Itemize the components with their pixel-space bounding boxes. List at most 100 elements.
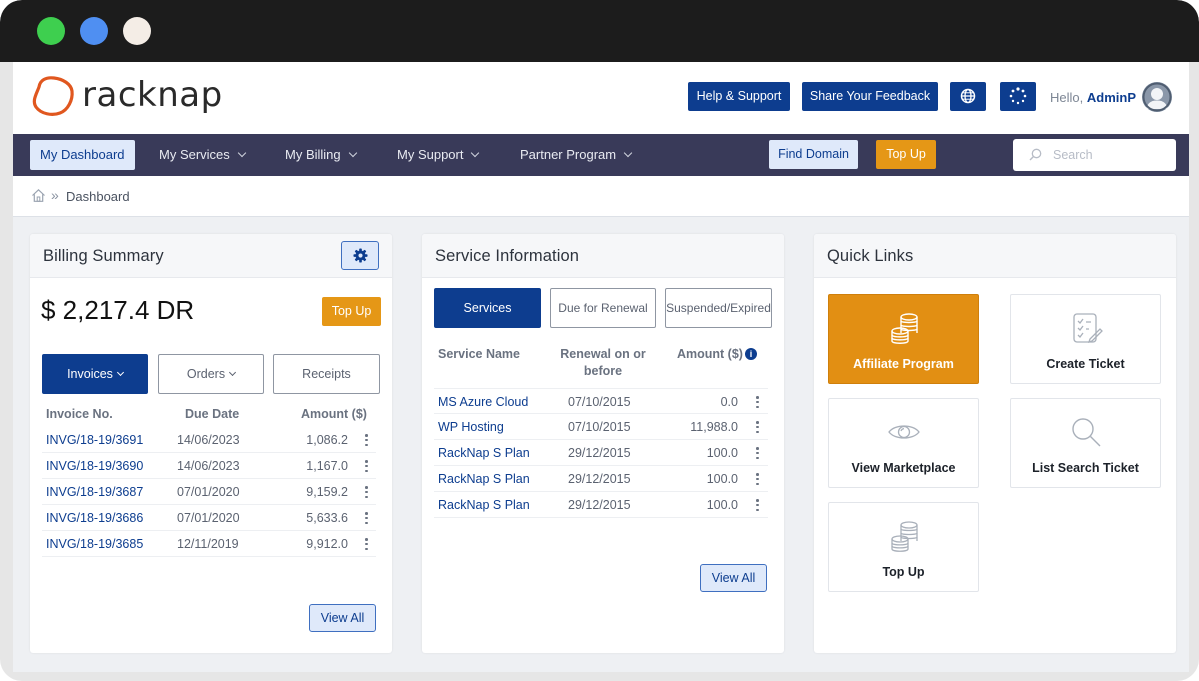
window-frame: racknap Help & Support Share Your Feedba… (0, 0, 1199, 681)
table-row[interactable]: INVG/18-19/3685 12/11/2019 9,912.0 (42, 531, 376, 557)
window-close-button[interactable] (123, 17, 151, 45)
loader-button[interactable] (1000, 82, 1036, 111)
service-name[interactable]: WP Hosting (438, 420, 504, 434)
more-vertical-icon[interactable] (365, 486, 368, 500)
window-maximize-button[interactable] (37, 17, 65, 45)
tab-label: Due for Renewal (558, 301, 648, 315)
nav-label: My Support (397, 147, 464, 162)
more-vertical-icon[interactable] (365, 460, 368, 474)
tab-orders[interactable]: Orders (158, 354, 264, 394)
breadcrumb-current: Dashboard (66, 189, 130, 204)
more-vertical-icon[interactable] (756, 396, 759, 410)
search-input[interactable]: Search (1053, 148, 1093, 162)
table-row[interactable]: RackNap S Plan 29/12/2015 100.0 (434, 466, 768, 492)
table-row[interactable]: INVG/18-19/3686 07/01/2020 5,633.6 (42, 505, 376, 531)
invoice-number[interactable]: INVG/18-19/3687 (46, 485, 143, 499)
more-vertical-icon[interactable] (756, 473, 759, 487)
nav-my-services[interactable]: My Services (159, 134, 247, 176)
help-support-button[interactable]: Help & Support (688, 82, 790, 111)
amount: 100.0 (706, 446, 738, 460)
table-row[interactable]: RackNap S Plan 29/12/2015 100.0 (434, 440, 768, 466)
window-minimize-button[interactable] (80, 17, 108, 45)
tab-services[interactable]: Services (434, 288, 541, 328)
table-row[interactable]: RackNap S Plan 29/12/2015 100.0 (434, 492, 768, 518)
quick-link-label: View Marketplace (851, 461, 956, 475)
magnifier-icon (1072, 418, 1101, 447)
language-button[interactable] (950, 82, 986, 111)
tab-due-for-renewal[interactable]: Due for Renewal (550, 288, 656, 328)
more-vertical-icon[interactable] (756, 447, 759, 461)
tab-suspended-expired[interactable]: Suspended/Expired (665, 288, 772, 328)
nav-top-up-button[interactable]: Top Up (876, 140, 936, 169)
quick-link-list-search-ticket[interactable]: List Search Ticket (1010, 398, 1161, 488)
amount: 1,086.2 (306, 433, 348, 447)
service-name[interactable]: MS Azure Cloud (438, 395, 528, 409)
logo[interactable]: racknap (30, 73, 223, 119)
billing-view-all-button[interactable]: View All (309, 604, 376, 632)
service-name[interactable]: RackNap S Plan (438, 498, 530, 512)
quick-link-view-marketplace[interactable]: View Marketplace (828, 398, 979, 488)
table-row[interactable]: WP Hosting 07/10/2015 11,988.0 (434, 414, 768, 440)
nav-partner-program[interactable]: Partner Program (520, 134, 633, 176)
nav-my-billing[interactable]: My Billing (285, 134, 357, 176)
search-box[interactable]: Search (1013, 139, 1176, 171)
user-name[interactable]: AdminP (1087, 90, 1136, 105)
due-date: 07/01/2020 (177, 511, 240, 525)
card-header: Service Information (422, 234, 784, 278)
due-date: 07/01/2020 (177, 485, 240, 499)
table-row[interactable]: MS Azure Cloud 07/10/2015 0.0 (434, 388, 768, 414)
column-header-amount: Amount ($) i (677, 347, 757, 361)
more-vertical-icon[interactable] (756, 421, 759, 435)
chevron-down-icon (471, 148, 480, 158)
invoice-number[interactable]: INVG/18-19/3690 (46, 459, 143, 473)
quick-link-top-up[interactable]: Top Up (828, 502, 979, 592)
more-vertical-icon[interactable] (365, 538, 368, 552)
logo-text: racknap (82, 75, 223, 115)
service-view-all-button[interactable]: View All (700, 564, 767, 592)
column-header-amount: Amount ($) (301, 407, 367, 421)
quick-link-create-ticket[interactable]: Create Ticket (1010, 294, 1161, 384)
column-header-renewal: Renewal on or before (553, 347, 653, 381)
chevron-down-icon (116, 368, 124, 377)
billing-settings-button[interactable] (341, 241, 379, 270)
more-vertical-icon[interactable] (365, 434, 368, 448)
spinner-icon (1009, 87, 1027, 105)
tab-receipts[interactable]: Receipts (273, 354, 380, 394)
amount: 100.0 (706, 472, 738, 486)
share-feedback-button[interactable]: Share Your Feedback (802, 82, 938, 111)
app: racknap Help & Support Share Your Feedba… (13, 62, 1189, 672)
home-icon[interactable] (31, 188, 46, 203)
card-header: Billing Summary (30, 234, 392, 278)
info-icon[interactable]: i (744, 348, 757, 360)
renewal-header-line-2: before (583, 364, 623, 378)
nav-label: Partner Program (520, 147, 617, 162)
tab-label: Orders (186, 367, 226, 381)
breadcrumb-separator: » (51, 187, 59, 203)
table-row[interactable]: INVG/18-19/3691 14/06/2023 1,086.2 (42, 427, 376, 453)
avatar[interactable] (1142, 82, 1172, 112)
invoice-number[interactable]: INVG/18-19/3685 (46, 537, 143, 551)
quick-link-label: List Search Ticket (1032, 461, 1139, 475)
table-row[interactable]: INVG/18-19/3687 07/01/2020 9,159.2 (42, 479, 376, 505)
tab-invoices[interactable]: Invoices (42, 354, 148, 394)
card-title: Quick Links (827, 247, 914, 265)
invoice-number[interactable]: INVG/18-19/3686 (46, 511, 143, 525)
quick-link-affiliate-program[interactable]: Affiliate Program (828, 294, 979, 384)
checklist-icon (1073, 313, 1103, 344)
nav-my-dashboard[interactable]: My Dashboard (30, 140, 135, 170)
service-name[interactable]: RackNap S Plan (438, 446, 530, 460)
quick-link-label: Top Up (882, 565, 925, 579)
tab-label: Receipts (302, 367, 351, 381)
nav-my-support[interactable]: My Support (397, 134, 480, 176)
more-vertical-icon[interactable] (365, 512, 368, 526)
amount-header-label: Amount ($) (677, 347, 743, 361)
billing-top-up-button[interactable]: Top Up (322, 297, 381, 326)
more-vertical-icon[interactable] (756, 499, 759, 513)
find-domain-button[interactable]: Find Domain (769, 140, 858, 169)
column-header-service-name: Service Name (438, 347, 521, 361)
table-row[interactable]: INVG/18-19/3690 14/06/2023 1,167.0 (42, 453, 376, 479)
user-avatar-icon (1142, 82, 1172, 112)
invoice-number[interactable]: INVG/18-19/3691 (46, 433, 143, 447)
service-name[interactable]: RackNap S Plan (438, 472, 530, 486)
tab-label: Services (463, 301, 512, 315)
